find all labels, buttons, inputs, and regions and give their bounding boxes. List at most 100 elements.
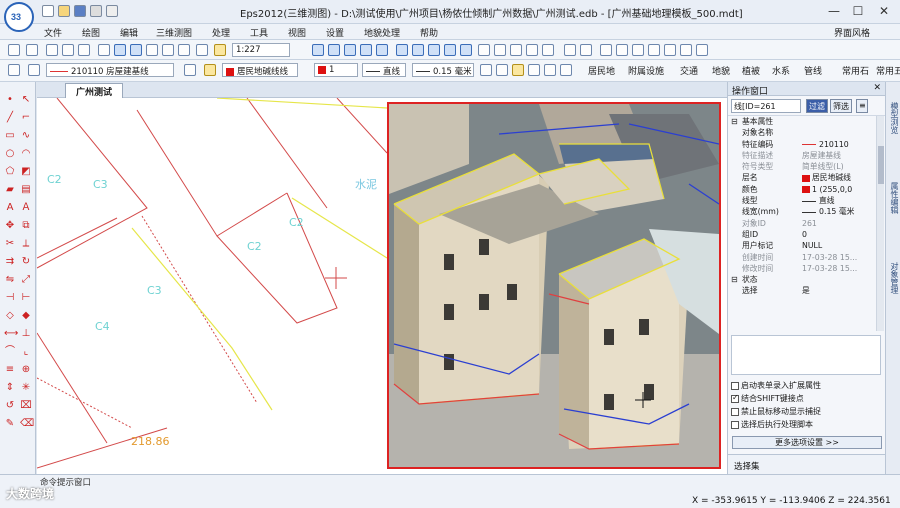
prop-row[interactable]: 组ID 0 — [728, 229, 878, 240]
prop-row[interactable]: 特征编码 210110 — [728, 139, 878, 150]
snap-perp-icon[interactable] — [460, 44, 472, 56]
layer-combo[interactable]: 居民地碱线线 — [222, 63, 298, 77]
zoom-window-icon[interactable] — [146, 44, 158, 56]
prop-row[interactable]: 线型 直线 — [728, 195, 878, 206]
snap-mid-icon[interactable] — [412, 44, 424, 56]
window-view-icon[interactable] — [360, 44, 372, 56]
trim-tool-icon[interactable]: ✂ — [4, 238, 16, 250]
drawing-canvas[interactable]: C2 C3 C2 C4 C3 C2 水泥 218.86 — [37, 98, 727, 474]
tool-c-icon[interactable] — [632, 44, 644, 56]
copy-tool-icon[interactable]: ⧉ — [20, 220, 32, 232]
linewidth-combo[interactable]: 0.15 毫米 — [412, 63, 474, 77]
text-tool-icon[interactable]: A — [4, 202, 16, 214]
checkbox-run-script[interactable]: 选择后执行处理脚本 — [731, 419, 813, 430]
category-facilities[interactable]: 附属设施 — [628, 64, 664, 77]
prop-row[interactable]: 层名 居民地碱线 — [728, 172, 878, 183]
copy-icon[interactable] — [62, 44, 74, 56]
more-options-button[interactable]: 更多选项设置 >> — [732, 436, 882, 449]
camera-view-icon[interactable] — [376, 44, 388, 56]
menu-settings[interactable]: 设置 — [326, 26, 344, 39]
point-snap-icon[interactable] — [526, 44, 538, 56]
arc-tool-icon[interactable]: ◠ — [20, 148, 32, 160]
explode-tool-icon[interactable]: ✳ — [20, 382, 32, 394]
attr-c-icon[interactable] — [512, 64, 524, 76]
feature-pick-icon[interactable] — [184, 64, 196, 76]
zoom-in-icon[interactable] — [114, 44, 126, 56]
menu-terrain[interactable]: 地貌处理 — [364, 26, 400, 39]
menu-help[interactable]: 帮助 — [420, 26, 438, 39]
arc-snap-icon[interactable] — [510, 44, 522, 56]
collapse-icon[interactable]: ⊟ — [731, 274, 738, 285]
elevation-tool-icon[interactable]: ⊥ — [20, 328, 32, 340]
close-button[interactable]: ✕ — [872, 2, 896, 20]
scrollbar-thumb[interactable] — [878, 146, 884, 184]
split-view-icon[interactable] — [328, 44, 340, 56]
grid-snap-icon[interactable] — [542, 44, 554, 56]
prop-row[interactable]: 创建时间 17-03-28 15... — [728, 252, 878, 263]
layer-icon[interactable] — [196, 44, 208, 56]
checkbox-shift-snap[interactable]: 结合SHIFT键接点 — [731, 393, 804, 404]
snap-endpoint-icon[interactable] — [396, 44, 408, 56]
hatch-tool-icon[interactable]: ▤ — [20, 184, 32, 196]
info-icon[interactable] — [28, 64, 40, 76]
maximize-button[interactable]: ☐ — [846, 2, 870, 20]
category-traffic[interactable]: 交通 — [680, 64, 698, 77]
tool-f-icon[interactable] — [680, 44, 692, 56]
circle-tool-icon[interactable]: ○ — [4, 148, 16, 160]
prop-row[interactable]: 对象ID 261 — [728, 218, 878, 229]
tile-view-icon[interactable] — [344, 44, 356, 56]
refresh-icon[interactable] — [178, 44, 190, 56]
side-tab-objects[interactable]: 对象管理 — [888, 262, 899, 294]
offset-tool-icon[interactable]: ⇉ — [4, 256, 16, 268]
category-water[interactable]: 水系 — [772, 64, 790, 77]
prop-row[interactable]: 线宽(mm) 0.15 毫米 — [728, 206, 878, 217]
extend-tool-icon[interactable]: ⟂ — [20, 238, 32, 250]
tool-g-icon[interactable] — [696, 44, 708, 56]
rect-tool-icon[interactable]: ▭ — [4, 130, 16, 142]
menu-view[interactable]: 视图 — [288, 26, 306, 39]
snap-tool-icon[interactable]: ⊕ — [20, 364, 32, 376]
table-icon[interactable] — [580, 44, 592, 56]
category-landform[interactable]: 地貌 — [712, 64, 730, 77]
move-tool-icon[interactable]: ✥ — [4, 220, 16, 232]
layer-manager-icon[interactable] — [8, 64, 20, 76]
stretch-tool-icon[interactable]: ⇕ — [4, 382, 16, 394]
filter-button[interactable]: 过滤 — [806, 99, 828, 113]
section-basic[interactable]: ⊟ 基本属性 — [728, 116, 878, 127]
query-button[interactable]: 筛选 — [830, 99, 852, 113]
checkbox[interactable] — [731, 407, 739, 416]
redo-icon[interactable] — [26, 44, 38, 56]
edge-tool-icon[interactable]: ⌒ — [4, 346, 16, 358]
clip-tool-icon[interactable]: ⌧ — [20, 400, 32, 412]
print-icon[interactable] — [90, 5, 102, 17]
vertex-tool-icon[interactable]: ◇ — [4, 310, 16, 322]
rotate-tool-icon[interactable]: ↻ — [20, 256, 32, 268]
select-tool-icon[interactable]: ↖ — [20, 94, 32, 106]
polygon-tool-icon[interactable]: ⬠ — [4, 166, 16, 178]
edit-tool-icon[interactable]: ✎ — [4, 418, 16, 430]
attr-a-icon[interactable] — [480, 64, 492, 76]
prop-row[interactable]: 对象名称 — [728, 127, 878, 138]
mirror-tool-icon[interactable]: ⇋ — [4, 274, 16, 286]
prop-row[interactable]: 修改时间 17-03-28 15... — [728, 263, 878, 274]
line-snap-icon[interactable] — [494, 44, 506, 56]
corner-tool-icon[interactable]: ⌞ — [20, 346, 32, 358]
menu-file[interactable]: 文件 — [44, 26, 62, 39]
attr-f-icon[interactable] — [560, 64, 572, 76]
menu-draw[interactable]: 绘图 — [82, 26, 100, 39]
prop-row[interactable]: 符号类型 简单线型(L) — [728, 161, 878, 172]
panel-scrollbar[interactable] — [876, 116, 884, 331]
color-combo[interactable]: 1 — [314, 63, 358, 77]
menu-3d-survey[interactable]: 三维测图 — [156, 26, 192, 39]
undo-icon[interactable] — [106, 5, 118, 17]
snap-center-icon[interactable] — [428, 44, 440, 56]
linetype-combo[interactable]: 直线 — [362, 63, 406, 77]
document-tab[interactable]: 广州测试 — [65, 83, 124, 98]
tool-b-icon[interactable] — [616, 44, 628, 56]
line-tool-icon[interactable]: ╱ — [4, 112, 16, 124]
new-file-icon[interactable] — [42, 5, 54, 17]
collapse-icon[interactable]: ⊟ — [731, 116, 738, 127]
category-common-b[interactable]: 常用五 — [876, 64, 900, 77]
oblique-photo-view[interactable] — [387, 102, 721, 469]
feature-code-combo[interactable]: 210110 房屋建基线 — [46, 63, 174, 77]
